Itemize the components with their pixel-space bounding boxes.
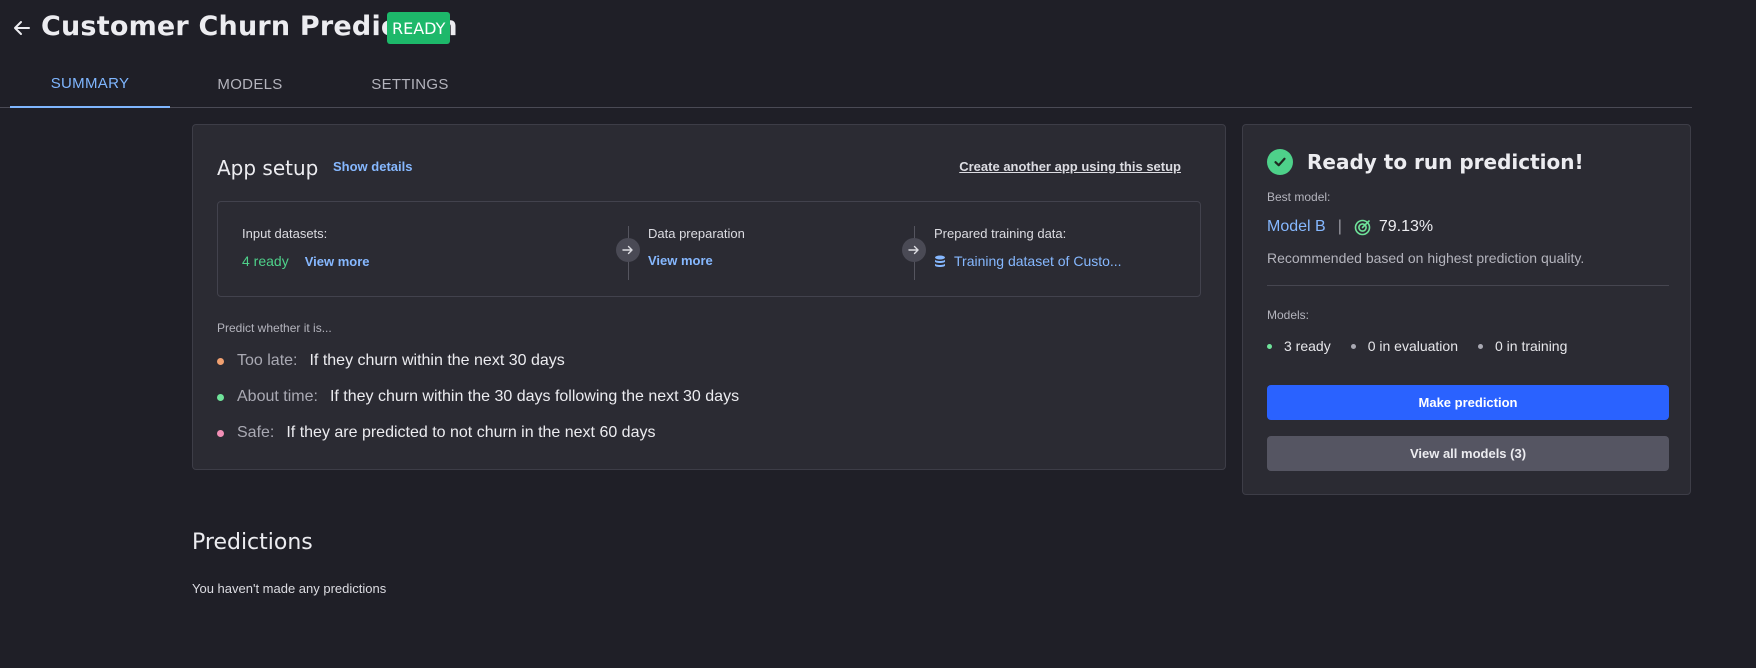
create-another-app-link[interactable]: Create another app using this setup	[959, 159, 1181, 174]
ready-title-text: Ready to run prediction!	[1307, 150, 1584, 174]
recommended-text: Recommended based on highest prediction …	[1267, 250, 1585, 266]
back-button[interactable]	[10, 16, 34, 40]
tab-models[interactable]: MODELS	[170, 60, 330, 108]
best-model-label: Best model:	[1267, 190, 1331, 204]
app-setup-card: App setup Show details Create another ap…	[192, 124, 1226, 470]
class-item-about-time: About time: If they churn within the 30 …	[217, 388, 739, 406]
database-icon	[935, 255, 945, 267]
class-dot	[217, 357, 224, 365]
arrow-right-icon	[616, 238, 640, 262]
data-preparation-view-more[interactable]: View more	[648, 253, 713, 268]
best-model-row: Model B | 79.13%	[1267, 218, 1433, 236]
class-item-safe: Safe: If they are predicted to not churn…	[217, 424, 655, 442]
predict-label: Predict whether it is...	[217, 321, 332, 335]
make-prediction-button[interactable]: Make prediction	[1267, 385, 1669, 420]
best-model-score: 79.13%	[1378, 218, 1434, 235]
page-header: Customer Churn Prediction READY	[0, 0, 1756, 58]
tab-bar: SUMMARY MODELS SETTINGS	[0, 60, 1692, 108]
app-setup-title: App setup	[217, 156, 319, 180]
models-label: Models:	[1267, 308, 1310, 322]
status-dot	[1478, 343, 1483, 349]
status-badge: READY	[387, 12, 451, 44]
best-model-link[interactable]: Model B	[1267, 218, 1326, 236]
predictions-empty-text: You haven't made any predictions	[192, 581, 387, 596]
prepared-training-data-label: Prepared training data:	[934, 226, 1067, 241]
arrow-left-icon	[14, 21, 30, 35]
class-name: About time:	[237, 388, 318, 405]
stat-label: 0 in training	[1495, 338, 1568, 354]
class-name: Safe:	[237, 424, 275, 441]
status-dot	[1267, 343, 1272, 349]
stat-label: 3 ready	[1284, 338, 1331, 354]
stat-in-evaluation: 0 in evaluation	[1350, 338, 1458, 354]
stat-ready: 3 ready	[1267, 338, 1331, 354]
model-stats: 3 ready 0 in evaluation 0 in training	[1267, 338, 1567, 354]
class-description: If they are predicted to not churn in th…	[286, 424, 656, 441]
ready-panel: Ready to run prediction! Best model: Mod…	[1242, 124, 1691, 495]
training-dataset-name: Training dataset of Custo...	[954, 253, 1122, 269]
data-preparation-label: Data preparation	[648, 226, 745, 241]
tab-summary[interactable]: SUMMARY	[10, 60, 170, 108]
setup-pipeline: Input datasets: 4 ready View more Data p…	[217, 201, 1201, 297]
stat-label: 0 in evaluation	[1367, 338, 1458, 354]
input-datasets-view-more[interactable]: View more	[305, 254, 370, 269]
class-dot	[217, 393, 224, 401]
input-datasets-section: Input datasets: 4 ready View more	[242, 226, 370, 269]
view-all-models-button[interactable]: View all models (3)	[1267, 436, 1669, 471]
class-description: If they churn within the next 30 days	[309, 352, 565, 369]
training-dataset-link[interactable]: Training dataset of Custo...	[934, 253, 1122, 269]
stat-in-training: 0 in training	[1478, 338, 1567, 354]
input-datasets-count: 4 ready	[242, 253, 289, 269]
class-name: Too late:	[237, 352, 298, 369]
target-icon	[1354, 219, 1371, 235]
tab-settings[interactable]: SETTINGS	[330, 60, 490, 108]
class-dot	[217, 429, 224, 437]
arrow-right-icon	[902, 238, 926, 262]
class-description: If they churn within the 30 days followi…	[329, 388, 740, 405]
show-details-link[interactable]: Show details	[333, 159, 412, 174]
check-circle-icon	[1267, 149, 1293, 175]
data-preparation-section: Data preparation View more	[648, 226, 745, 268]
status-dot	[1350, 343, 1356, 349]
input-datasets-label: Input datasets:	[242, 226, 328, 241]
class-item-too-late: Too late: If they churn within the next …	[217, 352, 565, 370]
ready-title: Ready to run prediction!	[1267, 149, 1584, 175]
divider	[1267, 285, 1669, 286]
prepared-training-data-section: Prepared training data: Training dataset…	[934, 226, 1122, 269]
separator: |	[1337, 218, 1342, 235]
predictions-title: Predictions	[192, 530, 313, 555]
